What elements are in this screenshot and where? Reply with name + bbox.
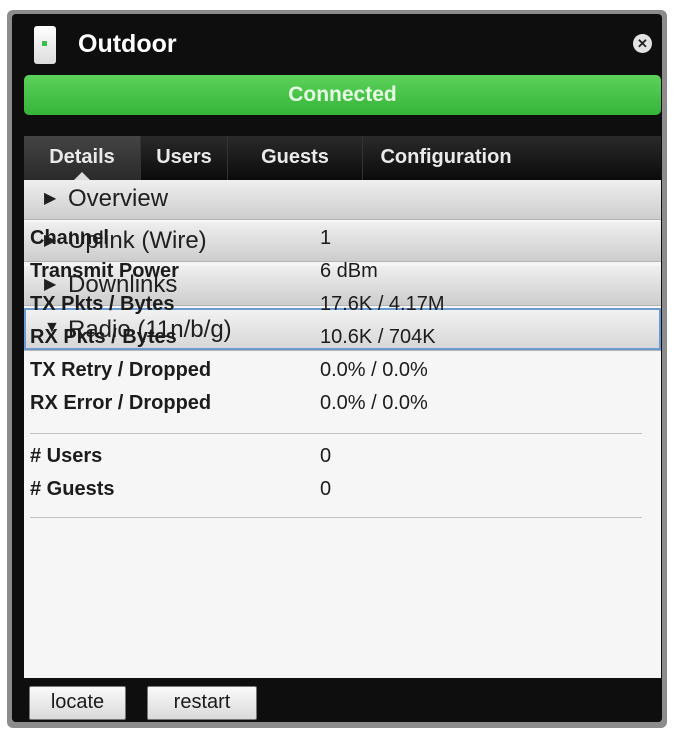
locate-button[interactable]: locate <box>29 686 126 720</box>
restart-button[interactable]: restart <box>147 686 257 720</box>
section-overview[interactable]: ▶ Overview <box>24 180 661 220</box>
detail-value: 17.6K / 4.17M <box>320 293 445 315</box>
tab-label: Configuration <box>380 146 512 168</box>
title-bar: Outdoor ✕ <box>12 14 662 74</box>
status-led <box>42 41 47 46</box>
tab-configuration[interactable]: Configuration <box>363 136 529 180</box>
detail-label: # Users <box>30 445 103 467</box>
device-title: Outdoor <box>78 30 177 58</box>
status-bar: Connected <box>24 75 661 115</box>
details-content: ▶ Overview ▶ Uplink (Wire) ▶ Downlinks ▼… <box>24 180 661 678</box>
tab-bar: Details Users Guests Configuration <box>24 136 661 180</box>
divider <box>30 517 642 518</box>
detail-label: TX Pkts / Bytes <box>30 293 175 315</box>
detail-value: 1 <box>320 227 332 249</box>
tab-guests[interactable]: Guests <box>228 136 363 180</box>
detail-label: # Guests <box>30 478 115 500</box>
action-bar: locate restart <box>12 678 662 722</box>
detail-value: 0 <box>320 445 332 467</box>
tab-details[interactable]: Details <box>24 136 141 180</box>
active-tab-caret-icon <box>74 172 90 180</box>
tab-label: Users <box>156 146 212 168</box>
device-panel: Outdoor ✕ Connected Details Users Guests… <box>12 14 662 722</box>
detail-label: RX Pkts / Bytes <box>30 326 177 348</box>
section-uplink[interactable]: ▶ Uplink (Wire) <box>24 222 661 262</box>
detail-label: RX Error / Dropped <box>30 392 212 414</box>
detail-label: Channel <box>30 227 109 249</box>
detail-value: 10.6K / 704K <box>320 326 436 348</box>
detail-label: TX Retry / Dropped <box>30 359 212 381</box>
access-point-icon <box>34 26 56 64</box>
detail-label: Transmit Power <box>30 260 179 282</box>
detail-value: 0.0% / 0.0% <box>320 392 428 414</box>
detail-value: 0 <box>320 478 332 500</box>
tab-users[interactable]: Users <box>141 136 228 180</box>
tab-label: Guests <box>261 146 329 168</box>
expand-arrow-icon: ▶ <box>44 190 57 207</box>
divider <box>30 433 642 434</box>
tab-label: Details <box>49 146 115 168</box>
section-title: Overview <box>68 185 169 212</box>
detail-value: 6 dBm <box>320 260 378 282</box>
close-icon[interactable]: ✕ <box>633 34 652 53</box>
detail-value: 0.0% / 0.0% <box>320 359 428 381</box>
